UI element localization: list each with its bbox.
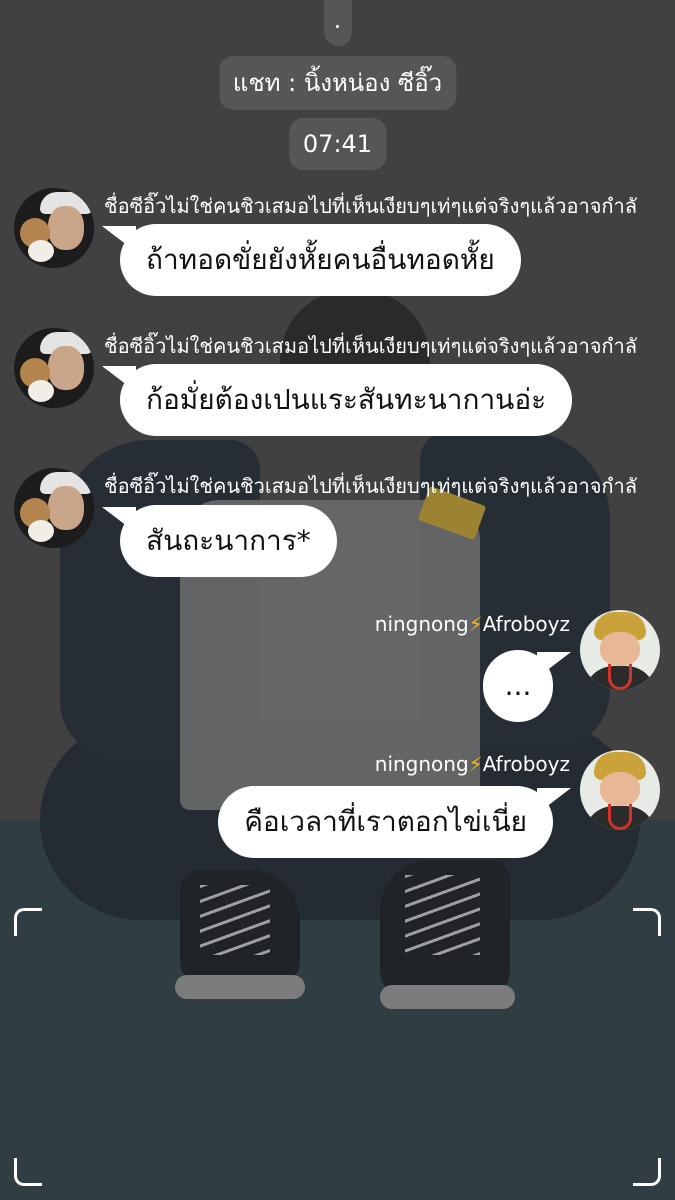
sender-name: ningnong⚡Afroboyz <box>375 752 570 776</box>
background-photo <box>0 0 675 1200</box>
frame-corner-top-left-icon <box>14 908 42 936</box>
avatar[interactable] <box>14 328 94 408</box>
frame-corner-top-right-icon <box>633 908 661 936</box>
sender-suffix: Afroboyz <box>482 752 570 776</box>
sender-name: ชื่อซีอิ๊วไม่ใช่คนชิวเสมอไปที่เห็นเงียบๆ… <box>104 194 638 218</box>
avatar[interactable] <box>580 750 660 830</box>
bolt-icon: ⚡ <box>468 612 483 636</box>
top-dot-indicator: . <box>323 0 352 46</box>
sender-username: ningnong <box>374 612 469 636</box>
avatar[interactable] <box>580 610 660 690</box>
message-bubble[interactable]: ... <box>483 650 571 722</box>
timestamp: 07:41 <box>288 118 387 170</box>
message-bubble[interactable]: ถ้าทอดขั่ยยังหั้ยคนอื่นทอดหั้ย <box>102 224 521 296</box>
chat-title[interactable]: แชท : นิ้งหน่อง ซีอิ๊ว <box>218 56 457 110</box>
frame-corner-bottom-left-icon <box>14 1158 42 1186</box>
sender-name: ชื่อซีอิ๊วไม่ใช่คนชิวเสมอไปที่เห็นเงียบๆ… <box>104 474 638 498</box>
sender-name: ชื่อซีอิ๊วไม่ใช่คนชิวเสมอไปที่เห็นเงียบๆ… <box>104 334 638 358</box>
frame-corner-bottom-right-icon <box>633 1158 661 1186</box>
avatar[interactable] <box>14 468 94 548</box>
bolt-icon: ⚡ <box>468 752 483 776</box>
sender-username: ningnong <box>374 752 469 776</box>
message-bubble[interactable]: ก้อมั่ยต้องเปนแระสันทะนากานอ่ะ <box>101 364 573 436</box>
sender-suffix: Afroboyz <box>482 612 570 636</box>
message-bubble[interactable]: คือเวลาที่เราตอกไข่เนี่ย <box>218 786 571 858</box>
avatar[interactable] <box>14 188 94 268</box>
sender-name: ningnong⚡Afroboyz <box>375 612 570 636</box>
message-bubble[interactable]: สันถะนาการ* <box>102 505 337 577</box>
